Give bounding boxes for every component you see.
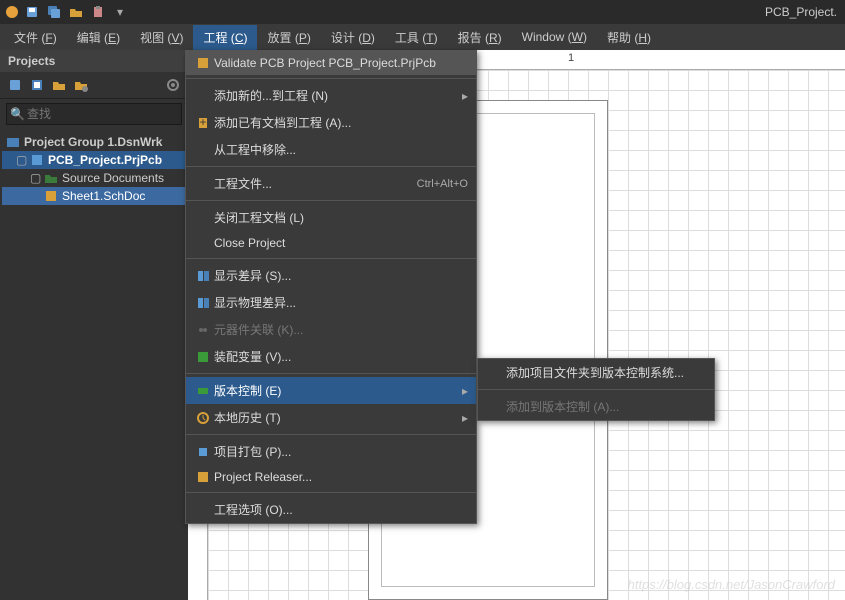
- folder-icon[interactable]: [52, 78, 66, 92]
- menu-project-options[interactable]: 工程选项 (O)...: [186, 496, 476, 523]
- validate-icon: [192, 56, 214, 70]
- app-icon: [4, 4, 20, 20]
- history-icon: [192, 411, 214, 425]
- folder-icon: [44, 171, 58, 185]
- package-icon: [192, 445, 214, 459]
- window-title: PCB_Project.: [765, 5, 841, 19]
- menu-remove-from-project[interactable]: 从工程中移除...: [186, 136, 476, 163]
- compile-icon[interactable]: [30, 78, 44, 92]
- caret-down-icon: ▢: [16, 153, 26, 167]
- tree-label: Project Group 1.DsnWrk: [24, 135, 162, 149]
- menu-help[interactable]: 帮助 (H): [597, 25, 661, 50]
- menu-add-new[interactable]: 添加新的...到工程 (N) ▸: [186, 82, 476, 109]
- save-icon[interactable]: [8, 78, 22, 92]
- caret-down-icon: ▢: [30, 171, 40, 185]
- menu-report[interactable]: 报告 (R): [448, 25, 512, 50]
- search-icon: 🔍: [10, 107, 25, 121]
- project-menu-dropdown: Validate PCB Project PCB_Project.PrjPcb …: [185, 50, 477, 524]
- save-icon[interactable]: [24, 4, 40, 20]
- menu-close-project[interactable]: Close Project: [186, 231, 476, 255]
- version-control-submenu: 添加项目文件夹到版本控制系统... 添加到版本控制 (A)...: [477, 358, 715, 421]
- panel-title: Projects: [0, 50, 188, 72]
- menu-tools[interactable]: 工具 (T): [385, 25, 448, 50]
- tree-label: Sheet1.SchDoc: [62, 189, 145, 203]
- open-folder-icon[interactable]: [68, 4, 84, 20]
- paste-icon[interactable]: [90, 4, 106, 20]
- submenu-add-to-vcs: 添加到版本控制 (A)...: [478, 393, 714, 420]
- menu-validate[interactable]: Validate PCB Project PCB_Project.PrjPcb: [186, 51, 476, 75]
- watermark: https://blog.csdn.net/JasonCrawford: [628, 577, 835, 592]
- add-doc-icon: +: [192, 116, 214, 130]
- menu-component-links: 元器件关联 (K)...: [186, 316, 476, 343]
- project-icon: [30, 153, 44, 167]
- menu-window[interactable]: Window (W): [512, 26, 597, 48]
- menu-local-history[interactable]: 本地历史 (T) ▸: [186, 404, 476, 431]
- phys-diff-icon: [192, 296, 214, 310]
- menu-assembly-variants[interactable]: 装配变量 (V)...: [186, 343, 476, 370]
- variants-icon: [192, 350, 214, 364]
- menu-view[interactable]: 视图 (V): [130, 25, 193, 50]
- tree-project-group[interactable]: Project Group 1.DsnWrk: [2, 133, 186, 151]
- menu-edit[interactable]: 编辑 (E): [67, 25, 130, 50]
- tree-project[interactable]: ▢ PCB_Project.PrjPcb: [2, 151, 186, 169]
- releaser-icon: [192, 470, 214, 484]
- chevron-right-icon: ▸: [456, 89, 468, 103]
- menu-file[interactable]: 文件 (F): [4, 25, 67, 50]
- projects-panel: Projects 🔍 Project Group 1.DsnWrk ▢ PC: [0, 50, 188, 600]
- menu-add-existing[interactable]: + 添加已有文档到工程 (A)...: [186, 109, 476, 136]
- link-icon: [192, 323, 214, 337]
- chevron-down-icon[interactable]: ▾: [112, 4, 128, 20]
- chevron-right-icon: ▸: [456, 384, 468, 398]
- search-input[interactable]: [6, 103, 182, 125]
- tree-label: PCB_Project.PrjPcb: [48, 153, 162, 167]
- menu-project-files[interactable]: 工程文件... Ctrl+Alt+O: [186, 170, 476, 197]
- menu-show-diff[interactable]: 显示差异 (S)...: [186, 262, 476, 289]
- save-all-icon[interactable]: [46, 4, 62, 20]
- panel-toolbar: [0, 72, 188, 99]
- tree-file[interactable]: Sheet1.SchDoc: [2, 187, 186, 205]
- menu-close-docs[interactable]: 关闭工程文档 (L): [186, 204, 476, 231]
- workspace-icon: [6, 135, 20, 149]
- menu-project-pack[interactable]: 项目打包 (P)...: [186, 438, 476, 465]
- schematic-icon: [44, 189, 58, 203]
- chevron-right-icon: ▸: [456, 411, 468, 425]
- menu-design[interactable]: 设计 (D): [321, 25, 385, 50]
- ruler-tick: 1: [568, 52, 574, 64]
- menu-project-releaser[interactable]: Project Releaser...: [186, 465, 476, 489]
- diff-icon: [192, 269, 214, 283]
- vcs-icon: [192, 384, 214, 398]
- svg-text:+: +: [199, 116, 206, 129]
- tree-folder[interactable]: ▢ Source Documents: [2, 169, 186, 187]
- menubar: 文件 (F) 编辑 (E) 视图 (V) 工程 (C) 放置 (P) 设计 (D…: [0, 24, 845, 50]
- menu-version-control[interactable]: 版本控制 (E) ▸: [186, 377, 476, 404]
- tree-label: Source Documents: [62, 171, 164, 185]
- folder-settings-icon[interactable]: [74, 78, 88, 92]
- titlebar: ▾ PCB_Project.: [0, 0, 845, 24]
- project-tree: Project Group 1.DsnWrk ▢ PCB_Project.Prj…: [0, 129, 188, 209]
- menu-show-phys-diff[interactable]: 显示物理差异...: [186, 289, 476, 316]
- menu-place[interactable]: 放置 (P): [257, 25, 320, 50]
- submenu-add-folder-vcs[interactable]: 添加项目文件夹到版本控制系统...: [478, 359, 714, 386]
- menu-project[interactable]: 工程 (C): [193, 25, 257, 50]
- gear-icon[interactable]: [166, 78, 180, 92]
